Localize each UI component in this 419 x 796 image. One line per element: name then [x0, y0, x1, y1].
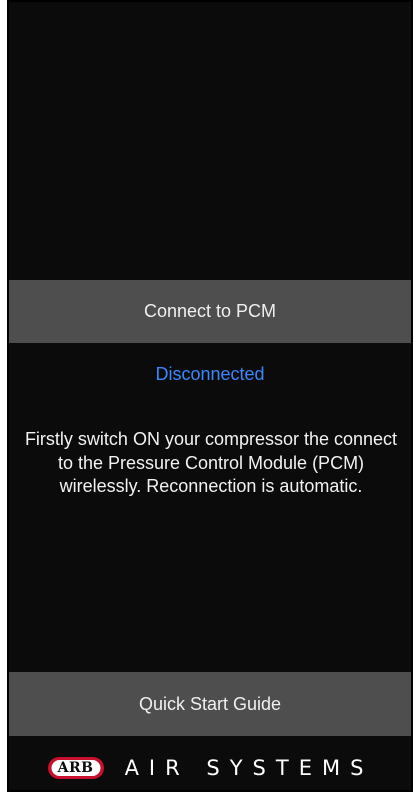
connect-to-pcm-label: Connect to PCM: [143, 301, 277, 321]
connect-to-pcm-button[interactable]: Connect to PCM: [9, 280, 411, 343]
instructions-text: Firstly switch ON your compressor the co…: [24, 429, 398, 496]
air-systems-wordmark: AIR SYSTEMS: [124, 756, 374, 780]
brand-footer: ARB AIR SYSTEMS: [9, 750, 411, 786]
quick-start-guide-button[interactable]: Quick Start Guide: [9, 672, 411, 736]
arb-logo-text: ARB: [57, 760, 94, 776]
connection-status: Disconnected: [155, 364, 265, 384]
app-screen: Connect to PCM Disconnected Firstly swit…: [7, 0, 413, 792]
arb-logo: ARB: [47, 756, 105, 780]
quick-start-guide-label: Quick Start Guide: [138, 693, 282, 714]
